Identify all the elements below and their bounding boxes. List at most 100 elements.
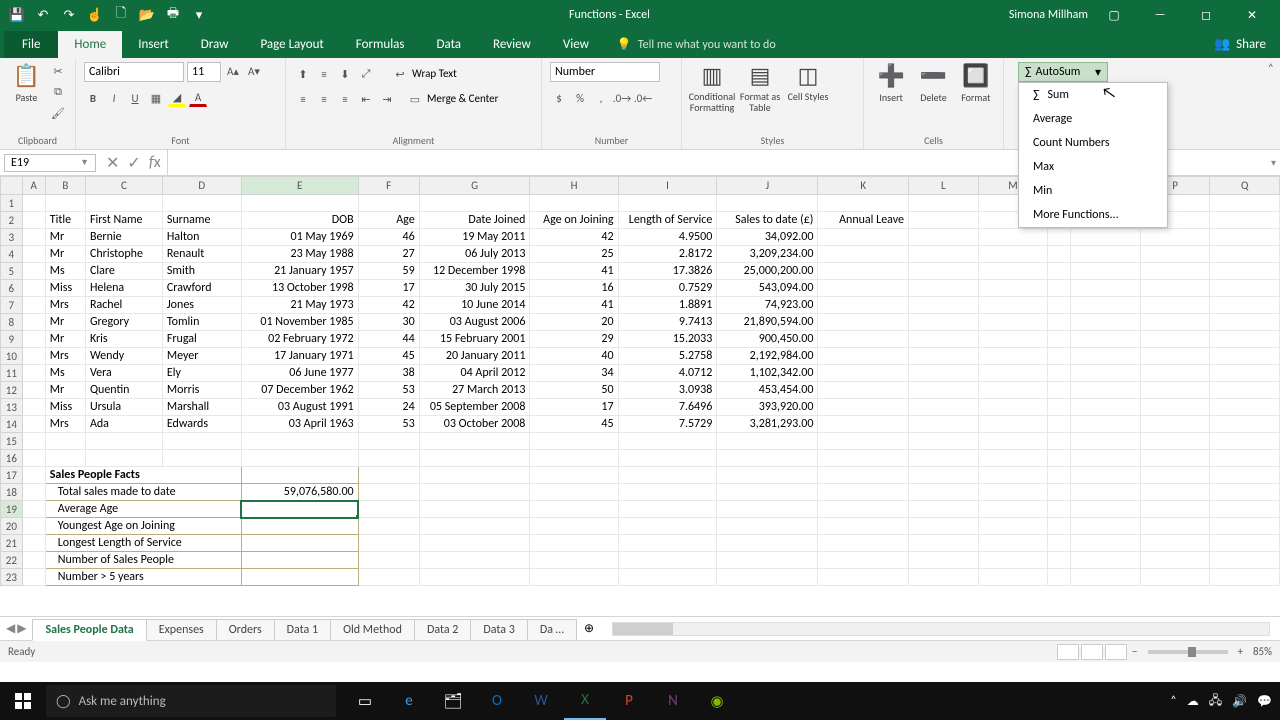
undo-icon[interactable]: ↶	[32, 4, 54, 26]
word-icon[interactable]: W	[520, 682, 562, 720]
sheet-tab[interactable]: Expenses	[146, 619, 217, 640]
volume-icon[interactable]: 🔊	[1232, 694, 1247, 709]
tab-data[interactable]: Data	[421, 31, 478, 58]
row-header[interactable]: 1	[1, 195, 23, 212]
sheet-tab[interactable]: Data 3	[470, 619, 527, 640]
col-header[interactable]: K	[818, 177, 909, 195]
select-all[interactable]	[1, 177, 23, 195]
col-header[interactable]: C	[85, 177, 162, 195]
increase-decimal-icon[interactable]: .0→	[613, 89, 631, 107]
conditional-formatting-button[interactable]: ▥Conditional Formatting	[690, 62, 734, 113]
sheet-tab-active[interactable]: Sales People Data	[32, 619, 146, 641]
outlook-icon[interactable]: O	[476, 682, 518, 720]
quickprint-icon[interactable]: 🖶	[162, 4, 184, 26]
zoom-in-icon[interactable]: +	[1234, 645, 1247, 658]
align-bottom-icon[interactable]: ⬇	[336, 65, 354, 83]
col-header[interactable]: H	[530, 177, 618, 195]
col-header[interactable]: B	[45, 177, 85, 195]
row-header[interactable]: 15	[1, 433, 23, 450]
col-header[interactable]: D	[162, 177, 241, 195]
qat-more-icon[interactable]: ▾	[188, 4, 210, 26]
italic-button[interactable]: I	[105, 89, 123, 107]
row-header[interactable]: 7	[1, 297, 23, 314]
row-header[interactable]: 22	[1, 552, 23, 569]
paste-button[interactable]: 📋 Paste	[8, 62, 45, 104]
edge-icon[interactable]: e	[388, 682, 430, 720]
align-middle-icon[interactable]: ≡	[315, 65, 333, 83]
orientation-icon[interactable]: ⤢	[357, 65, 375, 83]
row-header[interactable]: 12	[1, 382, 23, 399]
excel-icon[interactable]: X	[564, 682, 606, 720]
format-cells-button[interactable]: 🔲Format	[957, 62, 995, 104]
col-header[interactable]: G	[419, 177, 530, 195]
format-painter-icon[interactable]: 🖌	[49, 104, 67, 122]
sheet-nav-prev-icon[interactable]: ◀	[6, 621, 15, 636]
format-as-table-button[interactable]: ▤Format as Table	[738, 62, 782, 113]
insert-cells-button[interactable]: ➕Insert	[872, 62, 910, 104]
row-header[interactable]: 4	[1, 246, 23, 263]
cut-icon[interactable]: ✂	[49, 62, 67, 80]
autosum-min[interactable]: Min	[1019, 179, 1167, 203]
start-button[interactable]	[0, 682, 46, 720]
col-header[interactable]: J	[717, 177, 818, 195]
row-header[interactable]: 18	[1, 484, 23, 501]
view-page-layout-icon[interactable]	[1081, 644, 1103, 660]
row-header[interactable]: 17	[1, 467, 23, 484]
cortana-search[interactable]: ◯ Ask me anything	[46, 685, 336, 717]
cancel-formula-icon[interactable]: ✕	[106, 153, 119, 173]
indent-inc-icon[interactable]: ⇥	[378, 90, 396, 108]
autosum-max[interactable]: Max	[1019, 155, 1167, 179]
camtasia-icon[interactable]: ◉	[696, 682, 738, 720]
align-left-icon[interactable]: ≡	[294, 90, 312, 108]
save-icon[interactable]: 💾	[6, 4, 28, 26]
row-header[interactable]: 16	[1, 450, 23, 467]
sheet-tab[interactable]: Data 1	[274, 619, 331, 640]
row-header[interactable]: 5	[1, 263, 23, 280]
new-sheet-icon[interactable]: ⊕	[576, 621, 602, 636]
network-icon[interactable]: 🖧	[1209, 691, 1222, 712]
row-header[interactable]: 11	[1, 365, 23, 382]
tell-me[interactable]: 💡 Tell me what you want to do	[605, 31, 788, 58]
comma-icon[interactable]: ,	[592, 89, 610, 107]
row-header[interactable]: 6	[1, 280, 23, 297]
sheet-tab[interactable]: Old Method	[330, 619, 415, 640]
worksheet-grid[interactable]: ABCDEFGHIJKLMNOPQ12TitleFirst NameSurnam…	[0, 176, 1280, 616]
sheet-tab[interactable]: Da …	[527, 619, 577, 640]
view-normal-icon[interactable]	[1057, 644, 1079, 660]
bold-button[interactable]: B	[84, 89, 102, 107]
row-header[interactable]: 9	[1, 331, 23, 348]
row-header[interactable]: 2	[1, 212, 23, 229]
number-format-select[interactable]	[550, 62, 660, 82]
row-header[interactable]: 14	[1, 416, 23, 433]
tab-formulas[interactable]: Formulas	[340, 31, 421, 58]
powerpoint-icon[interactable]: P	[608, 682, 650, 720]
underline-button[interactable]: U	[126, 89, 144, 107]
indent-dec-icon[interactable]: ⇤	[357, 90, 375, 108]
row-header[interactable]: 21	[1, 535, 23, 552]
col-header[interactable]: F	[358, 177, 419, 195]
row-header[interactable]: 20	[1, 518, 23, 535]
align-top-icon[interactable]: ⬆	[294, 65, 312, 83]
user-name[interactable]: Simona Millham	[1009, 8, 1088, 22]
zoom-slider[interactable]	[1148, 650, 1228, 654]
accounting-icon[interactable]: $	[550, 89, 568, 107]
zoom-level[interactable]: 85%	[1247, 645, 1272, 658]
open-icon[interactable]: 📂	[136, 4, 158, 26]
row-header[interactable]: 10	[1, 348, 23, 365]
task-view-icon[interactable]: ▭	[344, 682, 386, 720]
file-explorer-icon[interactable]: 🗂	[432, 682, 474, 720]
close-icon[interactable]: ✕	[1232, 0, 1272, 30]
col-header[interactable]: Q	[1210, 177, 1280, 195]
row-header[interactable]: 3	[1, 229, 23, 246]
sheet-nav-next-icon[interactable]: ▶	[17, 621, 26, 636]
col-header[interactable]: I	[618, 177, 717, 195]
ribbon-display-icon[interactable]: ▢	[1094, 0, 1134, 30]
row-header[interactable]: 23	[1, 569, 23, 586]
touch-mode-icon[interactable]: ☝	[84, 4, 106, 26]
row-header[interactable]: 8	[1, 314, 23, 331]
new-icon[interactable]: 🗋	[110, 4, 132, 26]
file-tab[interactable]: File	[4, 31, 58, 58]
sheet-tab[interactable]: Data 2	[414, 619, 471, 640]
maximize-icon[interactable]: ◻	[1186, 0, 1226, 30]
grow-font-icon[interactable]: A▴	[224, 62, 242, 80]
